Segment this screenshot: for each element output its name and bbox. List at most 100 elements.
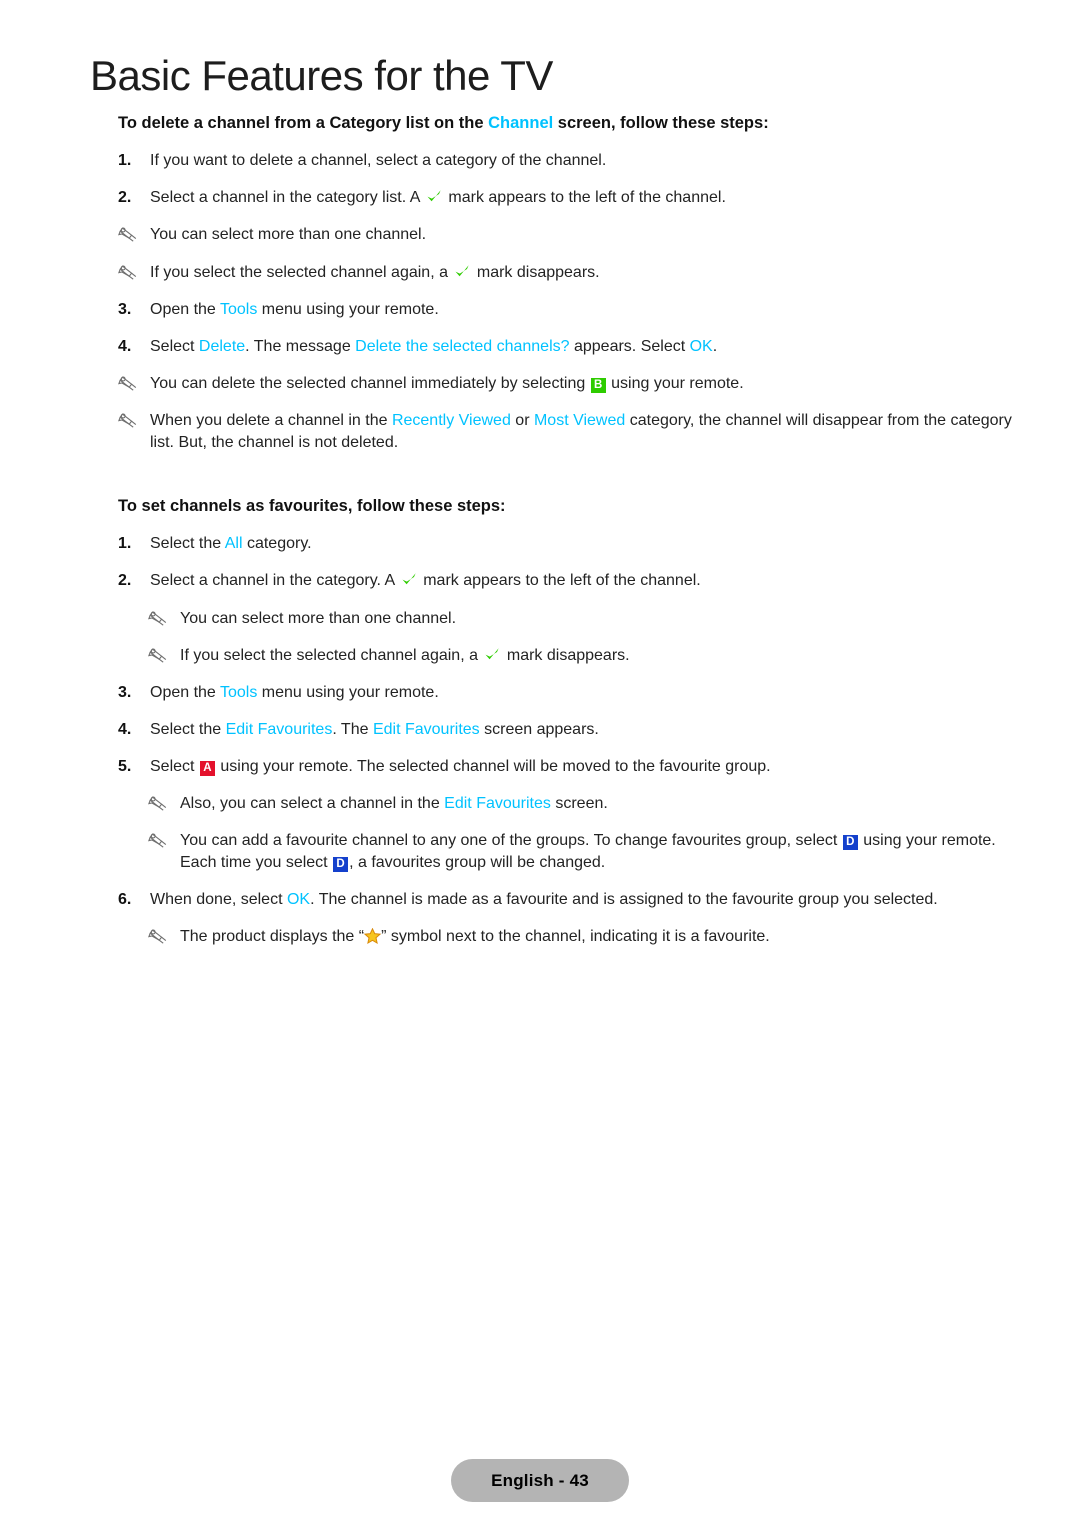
- document-content: To delete a channel from a Category list…: [118, 112, 1018, 963]
- pencil-note-icon: [118, 225, 142, 243]
- step-item: 6. When done, select OK. The channel is m…: [118, 889, 1018, 911]
- note-item: You can select more than one channel.: [148, 608, 1018, 630]
- note-text: You can select more than one channel.: [150, 226, 427, 244]
- step-text: category.: [242, 535, 312, 553]
- step-number: 2.: [118, 189, 132, 207]
- menu-link-tools: Tools: [219, 300, 258, 318]
- favourite-star-icon: [363, 927, 382, 944]
- step-number: 3.: [118, 683, 132, 701]
- step-number: 4.: [118, 337, 132, 355]
- note-text: or: [510, 411, 534, 429]
- step-number: 1.: [118, 152, 132, 170]
- step-text: If you want to delete a channel, select …: [150, 152, 607, 170]
- pencil-note-icon: [148, 609, 172, 627]
- step-item: 1. Select the All category.: [118, 533, 1018, 555]
- note-item: Also, you can select a channel in the Ed…: [148, 793, 1018, 815]
- step-text: Select the: [150, 535, 225, 553]
- remote-key-d-icon: D: [842, 835, 858, 851]
- menu-link-ok: OK: [689, 337, 713, 355]
- step-text: appears. Select: [569, 337, 690, 355]
- checkmark-icon: [454, 264, 470, 279]
- heading-text-part: To delete a channel from a Category list…: [118, 114, 489, 132]
- pencil-note-icon: [148, 646, 172, 664]
- note-text: Also, you can select a channel in the: [180, 795, 445, 813]
- document-page: Basic Features for the TV To delete a ch…: [0, 0, 1080, 1534]
- pencil-note-icon: [118, 263, 142, 281]
- step-item: 1. If you want to delete a channel, selec…: [118, 150, 1018, 172]
- pencil-note-icon: [148, 794, 172, 812]
- checkmark-icon: [484, 647, 500, 662]
- checkmark-icon: [426, 189, 442, 204]
- step-text: Select a channel in the category. A: [150, 572, 399, 590]
- page-footer-badge: English - 43: [451, 1459, 629, 1502]
- note-text: You can add a favourite channel to any o…: [180, 832, 842, 850]
- step-number: 6.: [118, 890, 132, 908]
- note-text: , a favourites group will be changed.: [349, 853, 606, 871]
- note-text: If you select the selected channel again…: [180, 646, 483, 664]
- checkmark-icon: [401, 572, 417, 587]
- step-text: Open the: [150, 683, 220, 701]
- note-text: The product displays the “: [180, 927, 365, 945]
- note-text: If you select the selected channel again…: [150, 263, 453, 281]
- step-text: .: [712, 337, 718, 355]
- pencil-note-icon: [118, 374, 142, 392]
- step-text: . The message: [245, 337, 356, 355]
- step-text: . The: [332, 720, 373, 738]
- pencil-note-icon: [148, 927, 172, 945]
- note-text: You can delete the selected channel imme…: [150, 374, 590, 392]
- step-item: 2. Select a channel in the category list.…: [118, 187, 1018, 209]
- step-text: using your remote. The selected channel …: [215, 757, 771, 775]
- step-number: 5.: [118, 757, 132, 775]
- remote-key-b-icon: B: [590, 377, 606, 393]
- pencil-note-icon: [118, 411, 142, 429]
- step-text: Select the: [150, 720, 226, 738]
- heading-text-part: screen, follow these steps:: [553, 114, 769, 132]
- step-text: menu using your remote.: [257, 300, 439, 318]
- note-text: mark disappears.: [502, 646, 630, 664]
- step-text: Open the: [150, 300, 220, 318]
- step-text: Select a channel in the category list. A: [150, 189, 424, 207]
- step-item: 2. Select a channel in the category. A ma…: [118, 570, 1018, 592]
- step-text: mark appears to the left of the channel.: [418, 572, 701, 590]
- note-item: You can add a favourite channel to any o…: [148, 830, 1018, 873]
- step-text: mark appears to the left of the channel.: [443, 189, 726, 207]
- menu-link-ok: OK: [286, 890, 311, 908]
- step-item: 3. Open the Tools menu using your remote.: [118, 682, 1018, 704]
- note-text: You can select more than one channel.: [180, 609, 457, 627]
- step-text: menu using your remote.: [257, 683, 439, 701]
- category-link-recently-viewed: Recently Viewed: [391, 411, 511, 429]
- note-item: If you select the selected channel again…: [118, 262, 1018, 284]
- note-item: When you delete a channel in the Recentl…: [118, 410, 1018, 453]
- step-text: . The channel is made as a favourite and…: [310, 890, 938, 908]
- step-item: 4. Select the Edit Favourites. The Edit F…: [118, 719, 1018, 741]
- menu-link-tools: Tools: [219, 683, 258, 701]
- note-text: mark disappears.: [472, 263, 600, 281]
- note-text: screen.: [550, 795, 608, 813]
- category-link-all: All: [224, 535, 243, 553]
- screen-link-edit-favourites: Edit Favourites: [444, 795, 551, 813]
- remote-key-a-icon: A: [199, 760, 215, 776]
- step-text: When done, select: [150, 890, 287, 908]
- pencil-note-icon: [148, 831, 172, 849]
- screen-link-edit-favourites: Edit Favourites: [372, 720, 480, 738]
- step-text: Select: [150, 757, 199, 775]
- note-item: You can select more than one channel.: [118, 224, 1018, 246]
- note-item: The product displays the “ ” symbol next …: [148, 926, 1018, 948]
- step-item: 3. Open the Tools menu using your remote.: [118, 299, 1018, 321]
- step-text: Select: [150, 337, 199, 355]
- heading-link-channel: Channel: [488, 114, 554, 132]
- category-link-most-viewed: Most Viewed: [533, 411, 626, 429]
- menu-link-edit-favourites: Edit Favourites: [225, 720, 333, 738]
- step-number: 3.: [118, 300, 132, 318]
- step-number: 1.: [118, 535, 132, 553]
- note-text: using your remote.: [606, 374, 744, 392]
- step-item: 5. Select A using your remote. The select…: [118, 756, 1018, 778]
- step-number: 2.: [118, 572, 132, 590]
- note-text: When you delete a channel in the: [150, 411, 392, 429]
- step-number: 4.: [118, 720, 132, 738]
- note-item: You can delete the selected channel imme…: [118, 373, 1018, 395]
- note-text: ” symbol next to the channel, indicating…: [381, 927, 770, 945]
- section-heading-set-favourites: To set channels as favourites, follow th…: [118, 497, 506, 516]
- note-item: If you select the selected channel again…: [148, 645, 1018, 667]
- message-link-delete-selected-channels: Delete the selected channels?: [355, 337, 570, 355]
